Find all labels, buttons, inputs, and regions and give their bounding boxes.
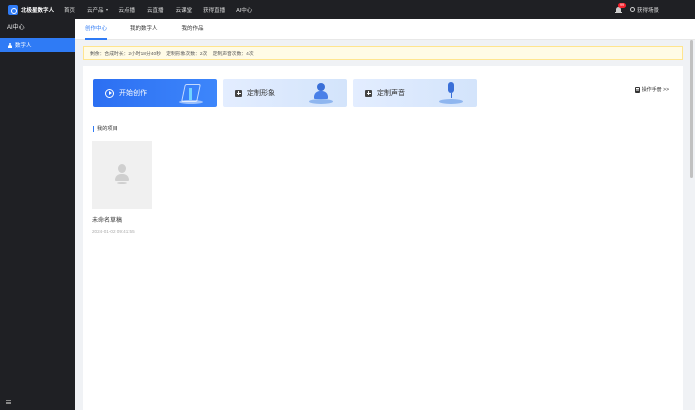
nav-item-label: 首页 xyxy=(64,7,76,14)
tab-bar: 创作中心 我的数字人 我的作品 xyxy=(75,19,695,40)
avatar-illustration-icon xyxy=(309,82,333,104)
ai-illustration-icon xyxy=(179,82,203,104)
top-navbar: 北极星数字人 首页 云产品 云点播 云直播 云课堂 获得直播 AI中心 99 获… xyxy=(0,0,695,19)
project-date: 2024-01-02 09:41:55 xyxy=(92,229,135,234)
logo-icon xyxy=(8,4,18,15)
microphone-illustration-icon xyxy=(439,82,463,104)
start-creation-button[interactable]: 开始创作 xyxy=(93,79,217,107)
person-placeholder-icon xyxy=(115,164,129,184)
chevron-down-icon xyxy=(105,8,108,11)
menu-collapse-icon[interactable] xyxy=(6,400,11,404)
custom-avatar-button[interactable]: 定制形象 xyxy=(223,79,347,107)
document-icon xyxy=(634,86,640,93)
quota-notice: 剩余：合成时长：2小时18分40秒 定制形象次数：2次 定制声音次数：4次 xyxy=(83,46,683,60)
nav-item-vod[interactable]: 云点播 xyxy=(119,6,136,14)
nav-item-label: 云课堂 xyxy=(175,7,193,14)
nav-item-cloud-products[interactable]: 云产品 xyxy=(87,6,108,14)
nav-item-ai-center[interactable]: AI中心 xyxy=(236,6,252,14)
nav-item-label: AI中心 xyxy=(236,7,253,14)
sidebar-item-label: 数字人 xyxy=(15,43,32,49)
nav-item-live-product[interactable]: 获得直播 xyxy=(203,6,225,14)
user-menu[interactable]: 获得场景 xyxy=(629,6,659,14)
user-icon xyxy=(629,7,635,12)
top-right-area: 99 获得场景 xyxy=(614,0,659,19)
scrollbar[interactable] xyxy=(690,40,693,178)
user-name: 获得场景 xyxy=(636,7,659,14)
project-thumbnail[interactable] xyxy=(92,141,152,209)
logo[interactable]: 北极星数字人 xyxy=(0,4,58,15)
tab-my-digital-human[interactable]: 我的数字人 xyxy=(130,19,158,40)
section-title: 我的项目 xyxy=(93,126,118,132)
play-icon xyxy=(105,88,114,98)
main-panel: 开始创作 定制形象 定制声音 操作手册 >> 我的项目 未命名草稿 2024-0… xyxy=(83,66,683,410)
nav-item-label: 获得直播 xyxy=(203,7,226,14)
nav-item-home[interactable]: 首页 xyxy=(64,6,75,14)
sidebar-title: AI中心 xyxy=(7,25,25,31)
notification-badge: 99 xyxy=(617,2,626,8)
person-icon xyxy=(7,42,12,48)
card-label: 开始创作 xyxy=(119,90,147,97)
nav-item-label: 云直播 xyxy=(147,7,164,14)
card-label: 定制声音 xyxy=(377,90,405,97)
nav-item-live[interactable]: 云直播 xyxy=(147,6,164,14)
nav-item-classroom[interactable]: 云课堂 xyxy=(176,6,193,14)
action-cards: 开始创作 定制形象 定制声音 xyxy=(93,79,477,107)
plus-icon xyxy=(365,89,372,97)
manual-link-label: 操作手册 >> xyxy=(641,87,669,93)
project-name: 未命名草稿 xyxy=(92,218,123,224)
card-label: 定制形象 xyxy=(247,90,275,97)
nav-item-label: 云产品 xyxy=(87,7,104,14)
sidebar: AI中心 数字人 xyxy=(0,19,75,410)
manual-link[interactable]: 操作手册 >> xyxy=(634,86,669,93)
nav-item-label: 云点播 xyxy=(118,7,136,14)
bell-icon[interactable]: 99 xyxy=(614,2,626,14)
tab-my-works[interactable]: 我的作品 xyxy=(182,19,204,40)
main-nav: 首页 云产品 云点播 云直播 云课堂 获得直播 AI中心 xyxy=(58,0,252,19)
tab-creation-center[interactable]: 创作中心 xyxy=(85,19,108,40)
plus-icon xyxy=(235,89,242,97)
custom-voice-button[interactable]: 定制声音 xyxy=(353,79,477,107)
sidebar-item-digital-human[interactable]: 数字人 xyxy=(0,38,75,52)
logo-text: 北极星数字人 xyxy=(21,7,55,14)
project-card[interactable]: 未命名草稿 2024-01-02 09:41:55 xyxy=(92,141,152,234)
